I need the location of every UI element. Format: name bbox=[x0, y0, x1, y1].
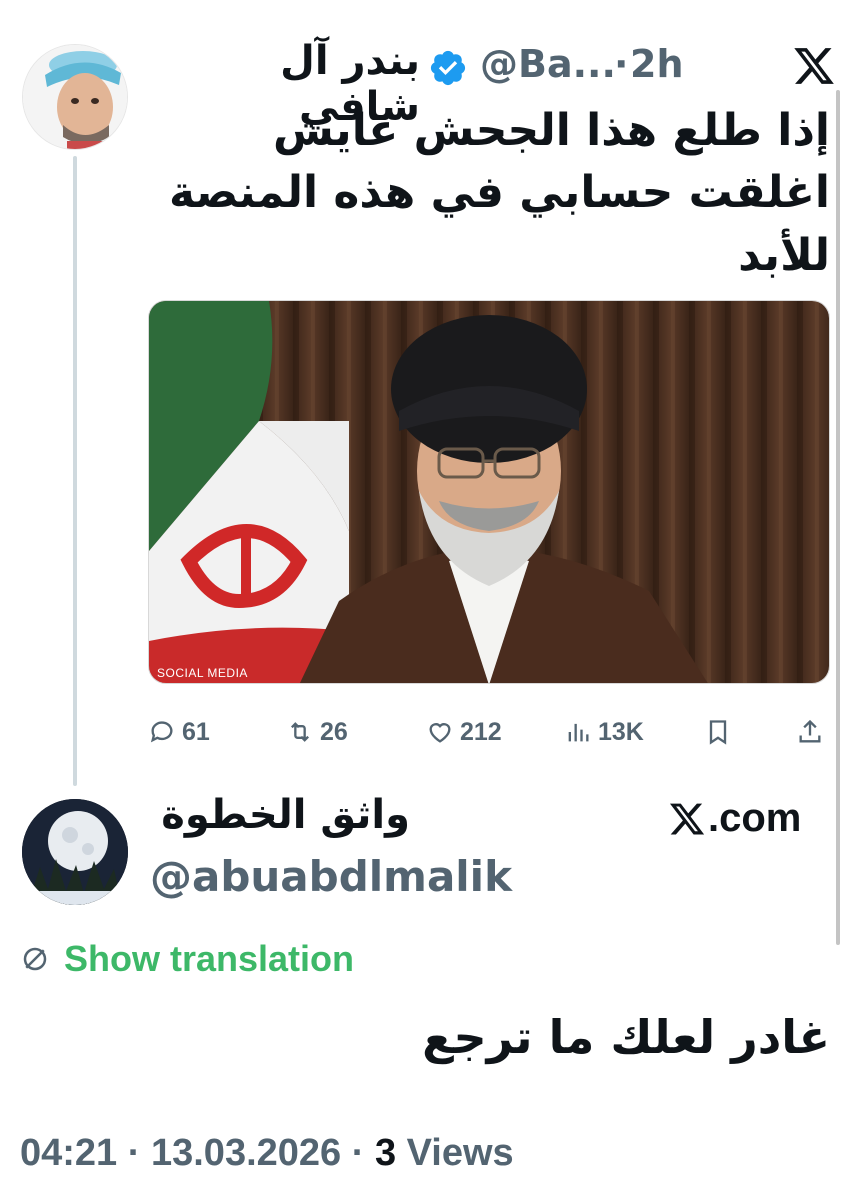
repost-count: 26 bbox=[320, 717, 348, 746]
quote-author-avatar[interactable] bbox=[22, 799, 128, 905]
like-count: 212 bbox=[460, 717, 502, 746]
show-translation-link[interactable]: Show translation bbox=[20, 938, 354, 980]
source-xcom-label[interactable]: .com bbox=[668, 796, 801, 841]
like-button[interactable]: 212 bbox=[426, 710, 502, 754]
quote-author-handle[interactable]: @abuabdlmalik bbox=[150, 852, 512, 901]
tweet-header: بندر آل شافي @Ba... · 2h bbox=[140, 36, 834, 130]
repost-icon bbox=[291, 722, 309, 742]
source-domain: .com bbox=[708, 796, 802, 840]
x-logo-icon bbox=[669, 803, 705, 834]
translate-globe-icon bbox=[23, 947, 47, 971]
tweet-text: إذا طلع هذا الجحش عايش اغلقت حسابي في هذ… bbox=[169, 105, 830, 281]
views-icon bbox=[568, 723, 589, 742]
post-views-count: 3 bbox=[374, 1132, 397, 1174]
verified-badge-icon bbox=[430, 50, 466, 86]
author-avatar[interactable] bbox=[22, 44, 128, 150]
tweet-media-image[interactable]: SOCIAL MEDIA bbox=[148, 300, 830, 684]
share-icon bbox=[799, 719, 821, 743]
quote-author-name[interactable]: واثق الخطوة bbox=[150, 792, 410, 838]
show-translation-label: Show translation bbox=[64, 938, 355, 979]
x-logo-icon bbox=[794, 48, 834, 84]
bookmark-icon bbox=[709, 720, 727, 745]
media-caption: SOCIAL MEDIA bbox=[157, 666, 248, 680]
bookmark-button[interactable] bbox=[704, 710, 732, 754]
views-count: 13K bbox=[598, 717, 644, 746]
quote-text: غادر لعلك ما ترجع bbox=[422, 1010, 830, 1064]
share-button[interactable] bbox=[796, 710, 824, 754]
footer-separator: · bbox=[117, 1132, 151, 1174]
footer-separator: · bbox=[341, 1132, 375, 1174]
tweet-timestamp[interactable]: 2h bbox=[630, 42, 684, 86]
post-time[interactable]: 04:21 bbox=[20, 1132, 117, 1174]
views-button[interactable]: 13K bbox=[564, 710, 644, 754]
thread-connector-line bbox=[73, 156, 77, 786]
reply-icon bbox=[150, 721, 173, 743]
reply-count: 61 bbox=[182, 717, 210, 746]
tweet-action-bar: 61 26 212 13K bbox=[148, 710, 830, 754]
post-views-label: Views bbox=[396, 1132, 514, 1174]
post-metadata: 04:21 · 13.03.2026 · 3 Views bbox=[20, 1132, 514, 1175]
repost-button[interactable]: 26 bbox=[286, 710, 348, 754]
post-date[interactable]: 13.03.2026 bbox=[151, 1132, 341, 1174]
scrollbar[interactable] bbox=[836, 90, 840, 945]
like-icon bbox=[429, 723, 451, 743]
handle-separator: · bbox=[614, 42, 629, 86]
author-handle[interactable]: @Ba... bbox=[480, 42, 616, 86]
reply-button[interactable]: 61 bbox=[148, 710, 210, 754]
